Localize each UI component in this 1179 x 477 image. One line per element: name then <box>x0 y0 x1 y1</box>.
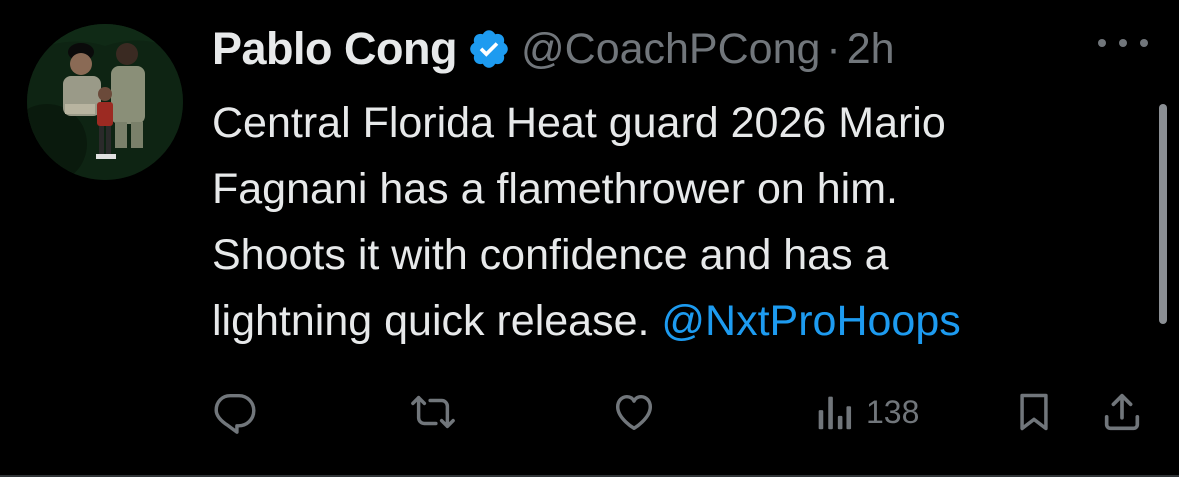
timestamp[interactable]: 2h <box>847 25 895 74</box>
separator-dot: · <box>826 24 841 73</box>
bookmark-button[interactable] <box>1012 382 1056 442</box>
retweet-icon <box>411 395 455 429</box>
share-button[interactable] <box>1099 382 1145 442</box>
views-count: 138 <box>866 393 920 430</box>
user-handle[interactable]: @CoachPCong <box>521 25 820 74</box>
views-button[interactable]: 138 <box>814 382 919 442</box>
tweet-text-line: Central Florida Heat guard 2026 Mario <box>212 99 946 147</box>
retweet-button[interactable] <box>408 382 458 442</box>
reply-button[interactable] <box>212 382 258 442</box>
avatar-image <box>27 24 183 180</box>
bookmark-icon <box>1020 393 1048 431</box>
more-options-icon[interactable] <box>1098 28 1148 58</box>
like-button[interactable] <box>610 382 658 442</box>
scrollbar[interactable] <box>1159 104 1167 324</box>
views-icon <box>818 396 852 430</box>
tweet-text-line: lightning quick release. @NxtProHoops <box>212 288 1162 354</box>
tweet-text-line: Shoots it with confidence and has a <box>212 231 889 279</box>
share-icon <box>1104 393 1140 431</box>
avatar[interactable] <box>27 24 183 180</box>
like-icon <box>615 394 653 431</box>
reply-icon <box>214 393 256 434</box>
verified-badge-icon[interactable] <box>467 27 511 71</box>
tweet[interactable]: Pablo Cong @CoachPCong · 2h Central Flor… <box>0 0 1179 477</box>
mention-link[interactable]: @NxtProHoops <box>661 297 960 345</box>
tweet-text-line: Fagnani has a flamethrower on him. <box>212 165 898 213</box>
tweet-header: Pablo Cong @CoachPCong · 2h <box>212 16 895 82</box>
display-name[interactable]: Pablo Cong <box>212 23 457 75</box>
tweet-text: Central Florida Heat guard 2026 Mario Fa… <box>212 90 1162 354</box>
action-bar: 138 <box>0 382 1179 442</box>
tweet-text-segment: lightning quick release. <box>212 297 662 345</box>
